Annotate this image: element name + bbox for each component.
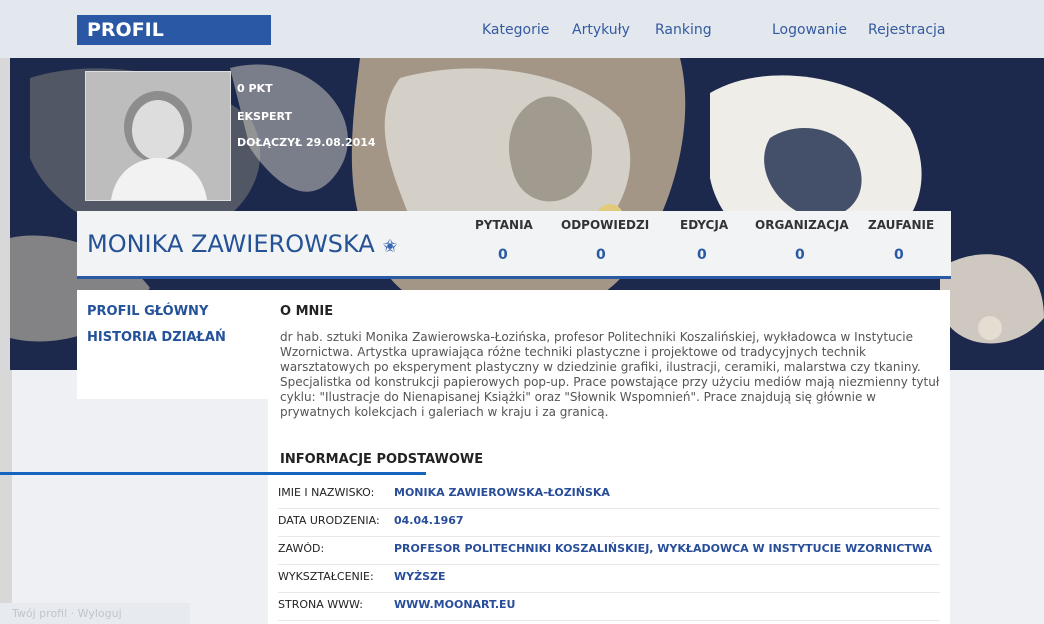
nav-artykuly[interactable]: Artykuły bbox=[572, 22, 630, 38]
star-icon: ✬ bbox=[382, 236, 398, 257]
nav-logowanie[interactable]: Logowanie bbox=[772, 22, 847, 38]
info-value-education: WYŻSZE bbox=[394, 570, 446, 583]
join-date: DOŁĄCZYŁ 29.08.2014 bbox=[237, 136, 376, 149]
info-label-birth-date: DATA URODZENIA: bbox=[278, 514, 380, 527]
info-row-website: STRONA WWW: WWW.MOONART.EU bbox=[278, 592, 940, 621]
sidebar-item-history[interactable]: HISTORIA DZIAŁAŃ bbox=[87, 330, 226, 345]
profile-sidebar: PROFIL GŁÓWNY HISTORIA DZIAŁAŃ bbox=[77, 290, 274, 399]
top-navigation-bar: PROFIL Kategorie Artykuły Ranking Logowa… bbox=[0, 0, 1044, 58]
profile-stats-card: MONIKA ZAWIEROWSKA ✬ PYTANIA 0 ODPOWIEDZ… bbox=[77, 211, 951, 279]
nav-rejestracja[interactable]: Rejestracja bbox=[868, 22, 946, 38]
footer-hint: Twój profil · Wyloguj bbox=[0, 603, 190, 624]
site-logo[interactable]: PROFIL bbox=[77, 15, 271, 45]
stat-label-questions: PYTANIA bbox=[475, 218, 533, 232]
info-label-website: STRONA WWW: bbox=[278, 598, 363, 611]
info-label-education: WYKSZTAŁCENIE: bbox=[278, 570, 374, 583]
basic-info-title: INFORMACJE PODSTAWOWE bbox=[280, 452, 484, 467]
stat-value-organization: 0 bbox=[795, 247, 805, 263]
about-title: O MNIE bbox=[280, 304, 334, 319]
stat-label-trust: ZAUFANIE bbox=[868, 218, 935, 232]
profile-photo bbox=[86, 72, 230, 200]
stat-value-answers: 0 bbox=[596, 247, 606, 263]
stat-label-answers: ODPOWIEDZI bbox=[561, 218, 650, 232]
stat-label-editing: EDYCJA bbox=[680, 218, 729, 232]
info-row-occupation: ZAWÓD: PROFESOR POLITECHNIKI KOSZALIŃSKI… bbox=[278, 536, 940, 565]
sidebar-item-main-profile[interactable]: PROFIL GŁÓWNY bbox=[87, 304, 208, 319]
stat-label-organization: ORGANIZACJA bbox=[755, 218, 849, 232]
stat-value-questions: 0 bbox=[498, 247, 508, 263]
accent-line bbox=[0, 472, 426, 475]
profile-avatar bbox=[85, 71, 231, 201]
info-value-occupation: PROFESOR POLITECHNIKI KOSZALIŃSKIEJ, WYK… bbox=[394, 542, 933, 555]
info-label-occupation: ZAWÓD: bbox=[278, 542, 325, 555]
info-row-birth-date: DATA URODZENIA: 04.04.1967 bbox=[278, 508, 940, 537]
member-level: EKSPERT bbox=[237, 110, 293, 123]
info-label-name: IMIE I NAZWISKO: bbox=[278, 486, 375, 499]
nav-ranking[interactable]: Ranking bbox=[655, 22, 712, 38]
stat-value-trust: 0 bbox=[894, 247, 904, 263]
about-description: dr hab. sztuki Monika Zawierowska-Łozińs… bbox=[280, 330, 940, 419]
nav-kategorie[interactable]: Kategorie bbox=[482, 22, 549, 38]
profile-name: MONIKA ZAWIEROWSKA ✬ bbox=[87, 230, 398, 258]
stat-value-editing: 0 bbox=[697, 247, 707, 263]
points-value: 0 PKT bbox=[237, 82, 273, 95]
info-row-education: WYKSZTAŁCENIE: WYŻSZE bbox=[278, 564, 940, 593]
info-value-name: MONIKA ZAWIEROWSKA-ŁOZIŃSKA bbox=[394, 486, 610, 499]
profile-name-text: MONIKA ZAWIEROWSKA bbox=[87, 230, 375, 258]
info-value-website[interactable]: WWW.MOONART.EU bbox=[394, 598, 515, 611]
info-value-birth-date: 04.04.1967 bbox=[394, 514, 464, 527]
info-row-name: IMIE I NAZWISKO: MONIKA ZAWIEROWSKA-ŁOZI… bbox=[278, 480, 940, 509]
profile-content: O MNIE dr hab. sztuki Monika Zawierowska… bbox=[268, 290, 950, 624]
